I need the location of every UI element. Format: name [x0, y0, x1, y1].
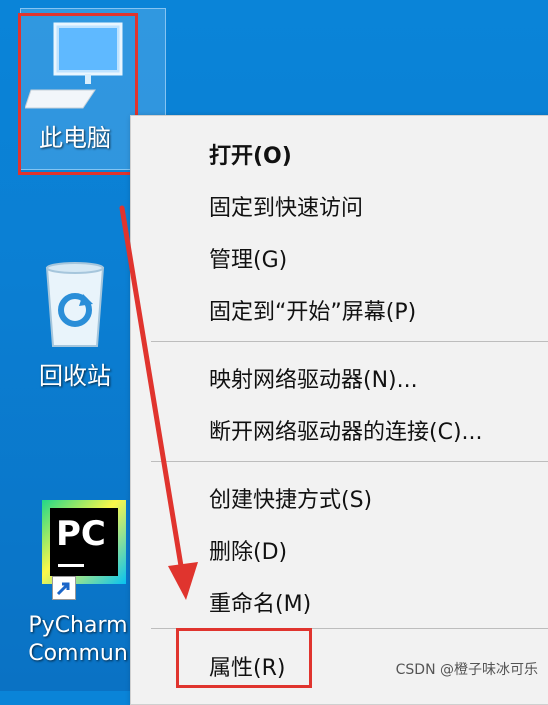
- menu-item-pin-start[interactable]: 固定到“开始”屏幕(P): [209, 294, 416, 326]
- recycle-bin-icon-item[interactable]: 回收站: [20, 260, 130, 391]
- recycle-bin-label: 回收站: [39, 362, 111, 390]
- menu-separator: [151, 341, 548, 342]
- recycle-bin-icon: [45, 262, 105, 347]
- pycharm-icon-item[interactable]: PC PyCharm Commun: [8, 500, 148, 668]
- shortcut-arrow-icon: [52, 576, 76, 600]
- pycharm-label-line1: PyCharm: [28, 613, 128, 638]
- pycharm-icon: PC: [28, 500, 128, 600]
- menu-item-rename[interactable]: 重命名(M): [209, 586, 311, 618]
- pycharm-label-line2: Commun: [28, 641, 128, 666]
- context-menu: 打开(O) 固定到快速访问 管理(G) 固定到“开始”屏幕(P) 映射网络驱动器…: [130, 115, 548, 705]
- menu-item-open[interactable]: 打开(O): [209, 138, 292, 170]
- menu-item-pin-quick-access[interactable]: 固定到快速访问: [209, 190, 363, 222]
- menu-item-create-shortcut[interactable]: 创建快捷方式(S): [209, 482, 372, 514]
- menu-item-delete[interactable]: 删除(D): [209, 534, 287, 566]
- menu-item-map-network-drive[interactable]: 映射网络驱动器(N)...: [209, 362, 418, 394]
- menu-item-manage[interactable]: 管理(G): [209, 242, 287, 274]
- menu-separator: [151, 461, 548, 462]
- menu-item-disconnect-network-drive[interactable]: 断开网络驱动器的连接(C)...: [209, 414, 483, 446]
- watermark: CSDN @橙子味冰可乐: [395, 662, 538, 678]
- properties-highlight-box: [176, 628, 312, 688]
- this-pc-highlight-box: [18, 13, 138, 175]
